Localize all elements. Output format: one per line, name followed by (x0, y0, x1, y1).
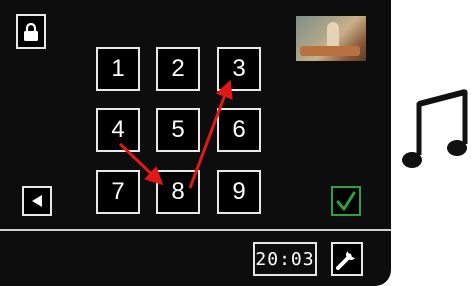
lock-button[interactable] (16, 14, 46, 49)
key-9[interactable]: 9 (217, 170, 261, 214)
lock-icon (24, 22, 38, 41)
key-2[interactable]: 2 (156, 47, 200, 91)
wrench-icon (336, 251, 355, 270)
thumbnail-table (300, 46, 360, 56)
music-note-icon (402, 89, 468, 168)
key-7[interactable]: 7 (96, 170, 140, 214)
clock-display: 20:03 (253, 242, 317, 276)
back-button[interactable] (22, 186, 52, 216)
key-4[interactable]: 4 (96, 108, 140, 152)
key-5[interactable]: 5 (156, 108, 200, 152)
lock-screen-panel: 1 2 3 4 5 6 7 8 9 20:03 (0, 0, 391, 286)
key-1[interactable]: 1 (96, 47, 140, 91)
settings-button[interactable] (331, 242, 363, 276)
key-3[interactable]: 3 (217, 47, 261, 91)
camera-thumbnail[interactable] (296, 16, 366, 61)
check-icon (336, 191, 356, 211)
key-8[interactable]: 8 (156, 170, 200, 214)
left-arrow-icon (32, 195, 42, 207)
key-6[interactable]: 6 (217, 108, 261, 152)
confirm-button[interactable] (331, 186, 361, 216)
footer-divider (0, 229, 391, 231)
